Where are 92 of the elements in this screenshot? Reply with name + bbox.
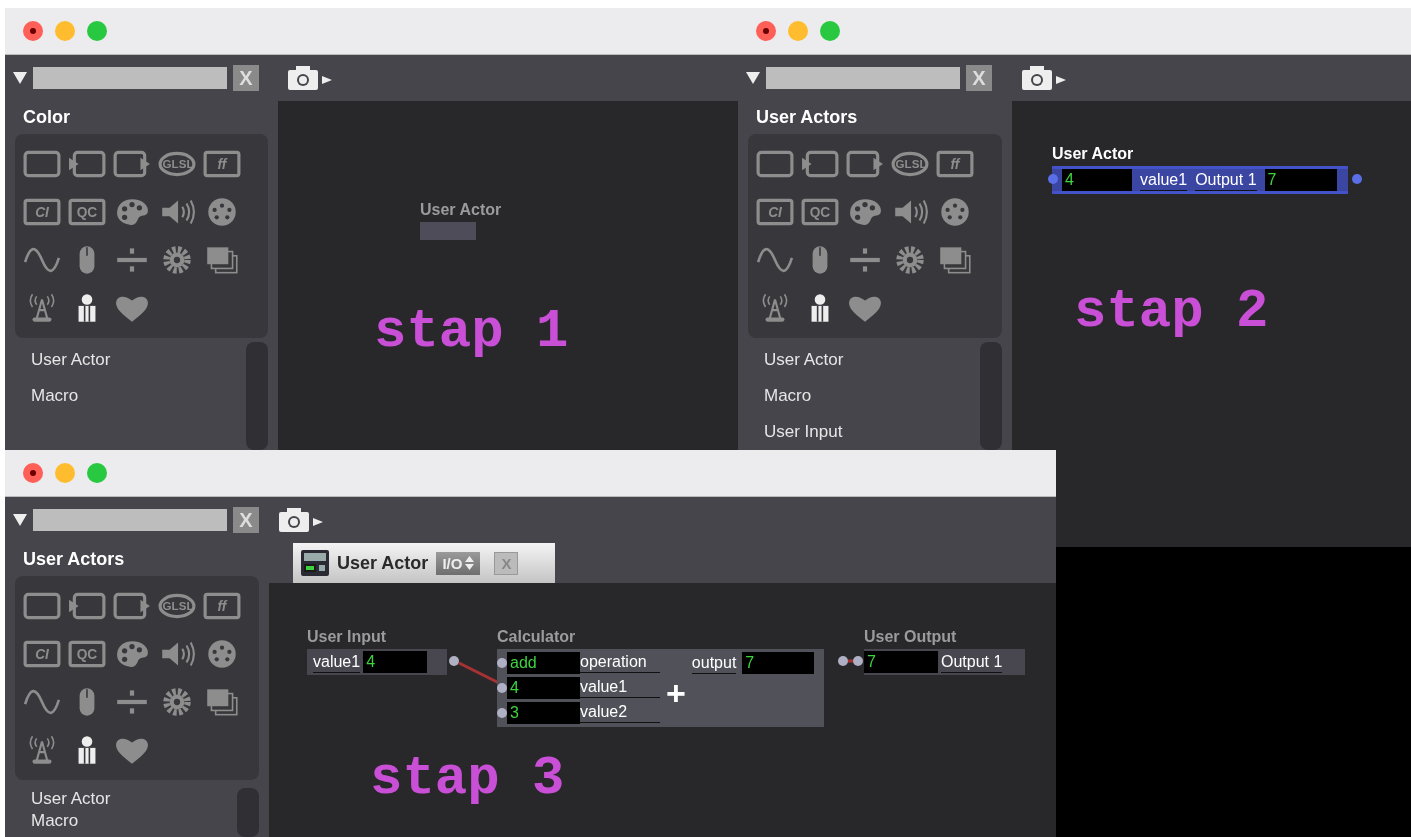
value-field[interactable]: 7 (864, 651, 938, 673)
frame-icon[interactable] (22, 591, 61, 621)
port-label: value1 (1140, 169, 1188, 191)
operator-symbol: + (666, 673, 686, 713)
label-badge-icon[interactable]: CI (22, 639, 61, 669)
value-field[interactable]: 4 (1062, 169, 1132, 191)
list-item[interactable]: Macro (738, 378, 980, 414)
collapse-icon[interactable] (746, 72, 760, 84)
value-field[interactable]: add (507, 651, 580, 674)
port-icon[interactable] (497, 682, 507, 693)
port-icon[interactable] (497, 707, 507, 718)
sine-wave-icon[interactable] (755, 245, 794, 275)
close-button[interactable] (23, 21, 43, 41)
oval-badge-icon[interactable]: GLSL (157, 591, 196, 621)
step-caption: stap 1 (374, 301, 569, 362)
label-badge-icon[interactable]: ff (202, 591, 241, 621)
port-icon[interactable] (497, 657, 507, 668)
actor-title: User Actor (1052, 145, 1135, 163)
label-badge-icon[interactable]: CI (22, 197, 61, 227)
list-item[interactable]: User Actor (5, 788, 237, 810)
frame-output-icon[interactable] (112, 591, 151, 621)
node-title: Calculator (497, 628, 577, 646)
node-title: User Input (307, 628, 388, 646)
actor-node[interactable]: 4 value1 Output 1 7 (1052, 166, 1348, 194)
calculator-node[interactable]: add operation 4 value1 3 value2 + output 7 (497, 649, 824, 727)
step-caption: stap 3 (370, 748, 565, 809)
port-label: operation (580, 652, 660, 673)
list-item[interactable]: User Actor (5, 342, 246, 378)
connection-line (458, 661, 500, 685)
zoom-button[interactable] (820, 21, 840, 41)
scrollbar[interactable] (237, 788, 259, 837)
input-node[interactable]: value1 4 (307, 649, 447, 675)
zoom-button[interactable] (87, 21, 107, 41)
zoom-button[interactable] (87, 463, 107, 483)
list-item[interactable]: Macro (5, 378, 246, 414)
value-field[interactable]: 4 (507, 676, 580, 699)
port-label: value1 (313, 651, 361, 673)
list-item[interactable]: Macro (5, 810, 237, 832)
value-field[interactable]: 3 (507, 701, 580, 724)
sine-wave-icon[interactable] (22, 687, 61, 717)
label-badge-icon[interactable]: QC (800, 197, 839, 227)
label-badge-icon[interactable]: QC (67, 639, 106, 669)
label-badge-icon[interactable]: QC (67, 197, 106, 227)
camera-icon[interactable] (288, 66, 332, 90)
port-icon[interactable] (449, 656, 459, 666)
label-badge-icon[interactable]: ff (202, 149, 241, 179)
frame-icon[interactable] (22, 149, 61, 179)
connection-line (848, 659, 853, 663)
label-badge-icon[interactable]: ff (935, 149, 974, 179)
port-icon[interactable] (1048, 174, 1058, 184)
label-badge-icon[interactable]: CI (755, 197, 794, 227)
oval-badge-icon[interactable]: GLSL (157, 149, 196, 179)
value-field[interactable]: 7 (1264, 169, 1337, 191)
value-field[interactable]: 7 (742, 652, 815, 674)
frame-input-icon[interactable] (67, 149, 106, 179)
output-node[interactable]: 7 Output 1 (864, 649, 1025, 675)
port-label: value1 (580, 677, 660, 698)
list-item[interactable]: User Input (738, 414, 980, 450)
frame-output-icon[interactable] (112, 149, 151, 179)
collapse-icon[interactable] (13, 514, 27, 526)
port-label: output (691, 652, 737, 674)
list-item[interactable]: User Actor (738, 342, 980, 378)
port-label: value2 (580, 702, 660, 723)
step-caption: stap 2 (1074, 281, 1269, 342)
camera-icon[interactable] (279, 508, 323, 532)
scrollbar[interactable] (246, 342, 268, 450)
category-heading: User Actors (755, 106, 859, 129)
frame-input-icon[interactable] (67, 591, 106, 621)
actor-node[interactable] (420, 222, 476, 240)
up-down-arrows-icon (465, 556, 475, 570)
category-heading: Color (22, 106, 71, 129)
scrollbar[interactable] (980, 342, 1002, 450)
actor-title: User Actor (420, 201, 502, 219)
close-button[interactable] (756, 21, 776, 41)
port-label: Output 1 (941, 651, 1003, 673)
category-heading: User Actors (22, 548, 126, 571)
search-field[interactable] (766, 67, 960, 89)
search-field[interactable] (33, 509, 227, 531)
node-title: User Output (864, 628, 958, 646)
collapse-icon[interactable] (13, 72, 27, 84)
close-button[interactable] (23, 463, 43, 483)
value-field[interactable]: 4 (363, 651, 428, 673)
frame-input-icon[interactable] (800, 149, 839, 179)
port-label: Output 1 (1195, 169, 1257, 191)
search-field[interactable] (33, 67, 227, 89)
oval-badge-icon[interactable]: GLSL (890, 149, 929, 179)
port-icon[interactable] (1352, 174, 1362, 184)
user-actor-icon (301, 550, 329, 576)
frame-icon[interactable] (755, 149, 794, 179)
camera-icon[interactable] (1022, 66, 1066, 90)
frame-output-icon[interactable] (845, 149, 884, 179)
sine-wave-icon[interactable] (22, 245, 61, 275)
